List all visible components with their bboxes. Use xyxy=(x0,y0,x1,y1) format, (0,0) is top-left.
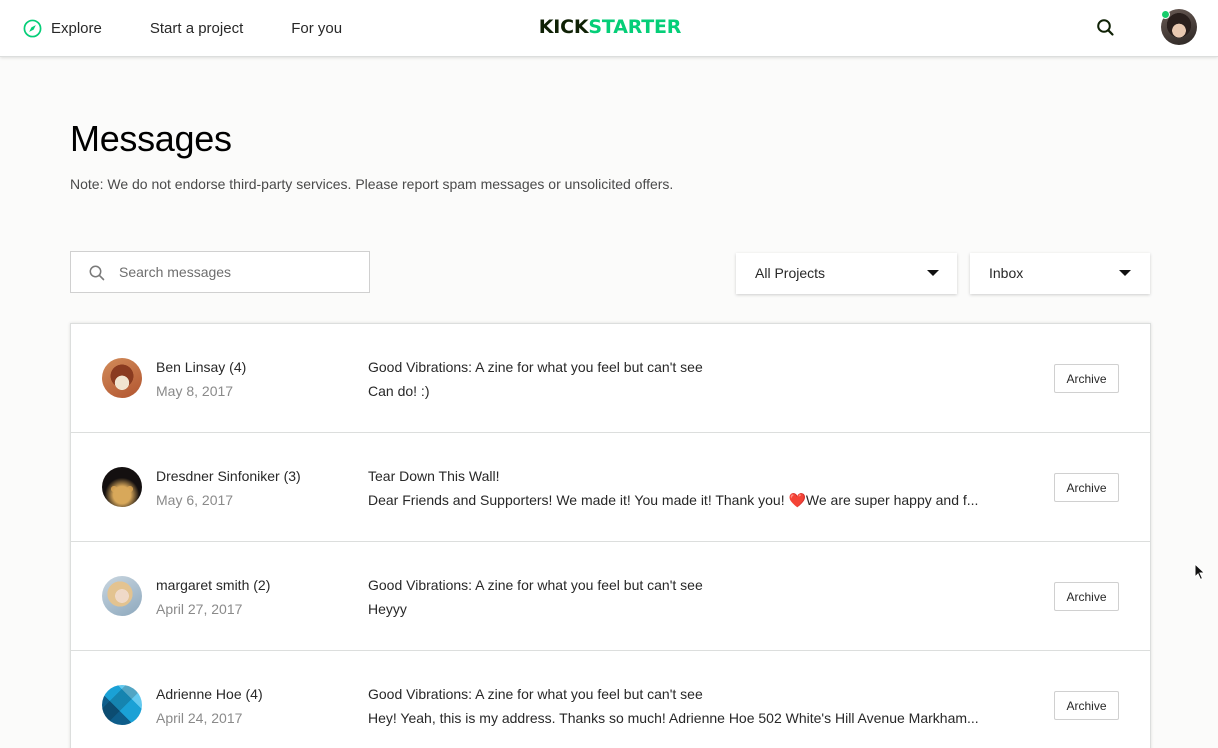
message-row[interactable]: Ben Linsay (4) May 8, 2017 Good Vibratio… xyxy=(71,324,1150,433)
archive-button[interactable]: Archive xyxy=(1054,582,1119,611)
message-list: Ben Linsay (4) May 8, 2017 Good Vibratio… xyxy=(70,323,1151,748)
archive-button[interactable]: Archive xyxy=(1054,691,1119,720)
message-row[interactable]: margaret smith (2) April 27, 2017 Good V… xyxy=(71,542,1150,651)
message-row[interactable]: Dresdner Sinfoniker (3) May 6, 2017 Tear… xyxy=(71,433,1150,542)
mouse-cursor-icon xyxy=(1194,563,1206,581)
page-title: Messages xyxy=(70,118,232,159)
message-date: May 6, 2017 xyxy=(156,492,234,508)
sender-avatar xyxy=(102,576,142,616)
message-preview: Hey! Yeah, this is my address. Thanks so… xyxy=(368,710,979,726)
message-date: May 8, 2017 xyxy=(156,383,234,399)
page-note: Note: We do not endorse third-party serv… xyxy=(70,176,674,192)
archive-button[interactable]: Archive xyxy=(1054,364,1119,393)
folder-filter-dropdown[interactable]: Inbox xyxy=(970,253,1150,294)
message-row[interactable]: Adrienne Hoe (4) April 24, 2017 Good Vib… xyxy=(71,651,1150,748)
logo-starter-text: STARTER xyxy=(588,16,682,38)
search-icon[interactable] xyxy=(1095,17,1117,39)
sender-avatar xyxy=(102,358,142,398)
message-subject: Good Vibrations: A zine for what you fee… xyxy=(368,686,703,702)
sender-avatar xyxy=(102,685,142,725)
sender-name: Dresdner Sinfoniker (3) xyxy=(156,468,301,484)
message-subject: Good Vibrations: A zine for what you fee… xyxy=(368,359,703,375)
sender-name: Adrienne Hoe (4) xyxy=(156,686,263,702)
kickstarter-logo[interactable]: KICKSTARTER xyxy=(534,14,686,40)
message-date: April 27, 2017 xyxy=(156,601,243,617)
search-input[interactable] xyxy=(119,253,359,291)
sender-name: margaret smith (2) xyxy=(156,577,271,593)
compass-icon xyxy=(23,19,42,38)
nav-links: Explore Start a project For you xyxy=(23,0,342,57)
message-date: April 24, 2017 xyxy=(156,710,243,726)
sender-avatar xyxy=(102,467,142,507)
start-project-link[interactable]: Start a project xyxy=(150,20,243,37)
message-preview: Can do! :) xyxy=(368,383,430,399)
message-preview: Heyyy xyxy=(368,601,407,617)
for-you-link[interactable]: For you xyxy=(291,20,342,37)
logo-kick-text: KICK xyxy=(538,16,589,38)
search-icon xyxy=(89,265,105,281)
folder-filter-value: Inbox xyxy=(989,265,1024,281)
message-preview: Dear Friends and Supporters! We made it!… xyxy=(368,492,979,508)
top-navigation: Explore Start a project For you KICKSTAR… xyxy=(0,0,1218,57)
explore-link[interactable]: Explore xyxy=(23,19,102,38)
message-subject: Good Vibrations: A zine for what you fee… xyxy=(368,577,703,593)
caret-down-icon xyxy=(927,270,939,276)
archive-button[interactable]: Archive xyxy=(1054,473,1119,502)
caret-down-icon xyxy=(1119,270,1131,276)
projects-filter-value: All Projects xyxy=(755,265,826,281)
sender-name: Ben Linsay (4) xyxy=(156,359,247,375)
projects-filter-dropdown[interactable]: All Projects xyxy=(736,253,957,294)
explore-label: Explore xyxy=(51,20,102,37)
message-subject: Tear Down This Wall! xyxy=(368,468,500,484)
online-status-badge xyxy=(1161,10,1170,19)
search-messages-box xyxy=(70,251,370,293)
